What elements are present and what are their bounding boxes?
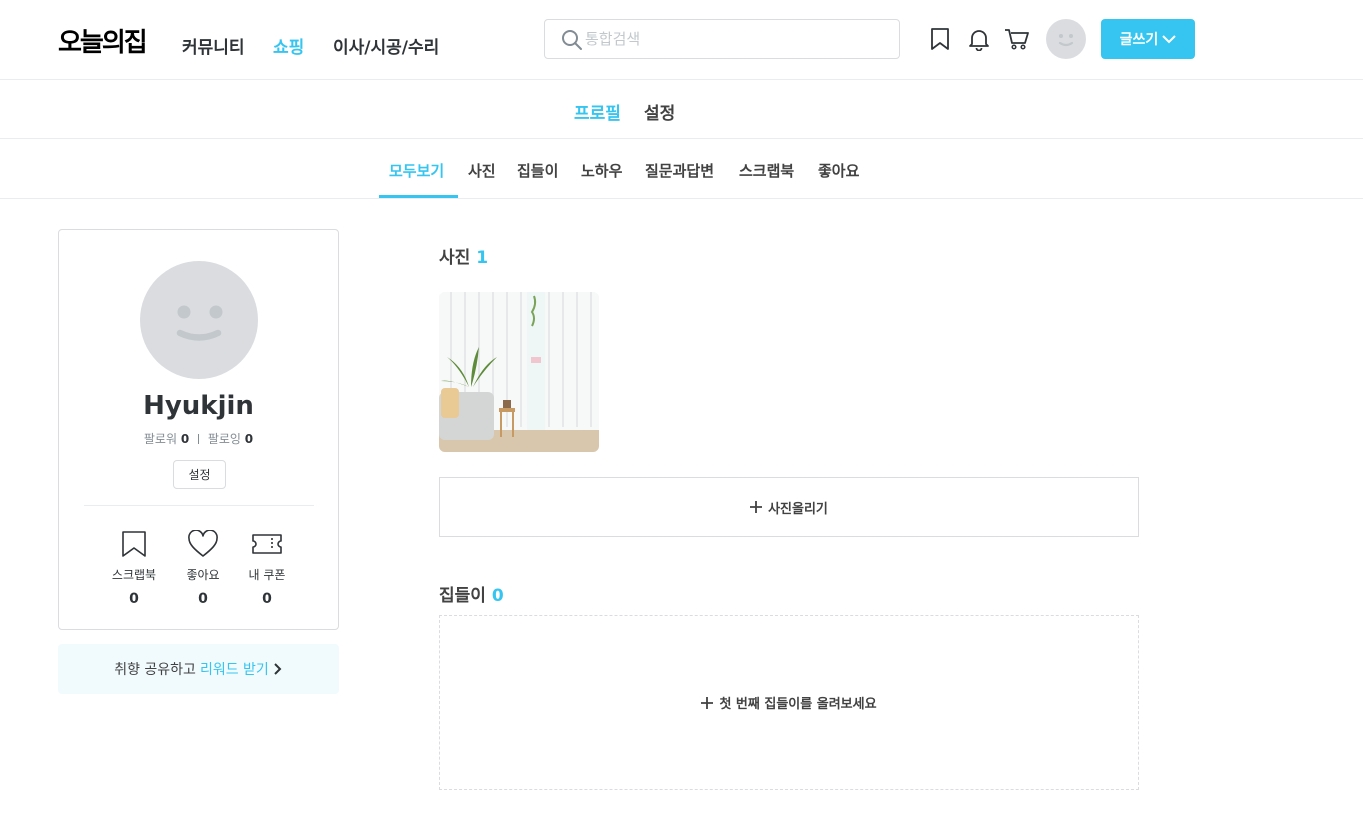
stat-label: 내 쿠폰 bbox=[248, 568, 286, 582]
sub-nav: 모두보기 사진 집들이 노하우 질문과답변 스크랩북 좋아요 bbox=[0, 139, 1363, 199]
search-box[interactable] bbox=[544, 19, 900, 59]
stat-likes[interactable]: 좋아요 0 bbox=[168, 528, 238, 607]
photo-thumbnail[interactable] bbox=[439, 292, 599, 452]
stat-value: 0 bbox=[129, 591, 139, 607]
username: Hyukjin bbox=[143, 391, 254, 421]
smiley-face-icon bbox=[1058, 34, 1074, 47]
write-button[interactable]: 글쓰기 bbox=[1101, 19, 1195, 59]
section-title: 집들이 bbox=[439, 586, 486, 606]
tab-scrapbook[interactable]: 스크랩북 bbox=[739, 160, 794, 181]
stat-label: 좋아요 bbox=[186, 568, 220, 582]
following-count[interactable]: 0 bbox=[245, 432, 253, 446]
plus-icon bbox=[701, 696, 714, 709]
logo[interactable]: 오늘의집 bbox=[58, 22, 148, 59]
nav-community[interactable]: 커뮤니티 bbox=[182, 33, 245, 58]
first-house-post-label: 첫 번째 집들이를 올려보세요 bbox=[719, 697, 877, 712]
reward-banner[interactable]: 취향 공유하고 리워드 받기 bbox=[58, 644, 339, 694]
divider bbox=[198, 434, 199, 444]
profile-card: Hyukjin 팔로워 0 팔로잉 0 설정 스크랩북 0 좋아요 0 내 쿠폰… bbox=[58, 229, 339, 630]
plus-icon bbox=[750, 501, 763, 513]
stat-value: 0 bbox=[262, 591, 272, 607]
photos-section-title: 사진 1 bbox=[439, 243, 488, 268]
profile-avatar[interactable] bbox=[140, 261, 258, 379]
stat-label: 스크랩북 bbox=[111, 568, 157, 582]
tab-all[interactable]: 모두보기 bbox=[389, 160, 444, 181]
nav-shopping[interactable]: 쇼핑 bbox=[273, 33, 304, 58]
tab-likes[interactable]: 좋아요 bbox=[818, 160, 859, 181]
follower-count[interactable]: 0 bbox=[181, 432, 189, 446]
profile-settings-button[interactable]: 설정 bbox=[173, 460, 226, 489]
write-button-label: 글쓰기 bbox=[1119, 32, 1159, 48]
reward-highlight: 리워드 받기 bbox=[199, 662, 269, 678]
bell-icon[interactable] bbox=[967, 27, 991, 51]
chevron-right-icon bbox=[274, 663, 282, 675]
stat-coupons[interactable]: 내 쿠폰 0 bbox=[232, 528, 302, 607]
following-label[interactable]: 팔로잉 bbox=[208, 432, 241, 446]
tab-knowhow[interactable]: 노하우 bbox=[581, 160, 622, 181]
first-house-post-cta[interactable]: 첫 번째 집들이를 올려보세요 bbox=[439, 615, 1139, 790]
follower-label[interactable]: 팔로워 bbox=[144, 432, 177, 446]
global-header: 오늘의집 커뮤니티 쇼핑 이사/시공/수리 글쓰기 bbox=[0, 0, 1363, 80]
houses-section-title: 집들이 0 bbox=[439, 581, 504, 606]
cart-icon[interactable] bbox=[1004, 27, 1030, 51]
upload-photo-button[interactable]: 사진올리기 bbox=[439, 477, 1139, 537]
divider bbox=[84, 505, 314, 506]
bookmark-icon bbox=[122, 531, 146, 557]
stat-scrapbook[interactable]: 스크랩북 0 bbox=[99, 528, 169, 607]
nav-moving-construction[interactable]: 이사/시공/수리 bbox=[333, 33, 439, 58]
upload-photo-label: 사진올리기 bbox=[768, 501, 828, 517]
search-icon bbox=[562, 30, 582, 50]
tab-qna[interactable]: 질문과답변 bbox=[645, 160, 714, 181]
follow-stats: 팔로워 0 팔로잉 0 bbox=[59, 430, 338, 447]
section-count: 1 bbox=[476, 248, 489, 268]
tab-settings[interactable]: 설정 bbox=[644, 99, 675, 124]
avatar[interactable] bbox=[1046, 19, 1086, 59]
reward-text: 취향 공유하고 bbox=[114, 662, 196, 678]
heart-icon bbox=[188, 530, 218, 557]
section-count: 0 bbox=[491, 586, 504, 606]
profile-nav: 프로필 설정 bbox=[0, 80, 1363, 139]
room-photo bbox=[439, 292, 599, 452]
tab-houses[interactable]: 집들이 bbox=[517, 160, 558, 181]
stat-value: 0 bbox=[198, 591, 208, 607]
tab-photos[interactable]: 사진 bbox=[468, 160, 496, 181]
smiley-face-icon bbox=[176, 305, 223, 341]
search-input[interactable] bbox=[585, 28, 885, 50]
section-title: 사진 bbox=[439, 248, 471, 268]
coupon-icon bbox=[252, 534, 282, 554]
active-tab-indicator bbox=[379, 195, 458, 198]
bookmark-icon[interactable] bbox=[929, 27, 951, 51]
tab-profile[interactable]: 프로필 bbox=[574, 99, 621, 124]
chevron-down-icon bbox=[1162, 35, 1177, 44]
